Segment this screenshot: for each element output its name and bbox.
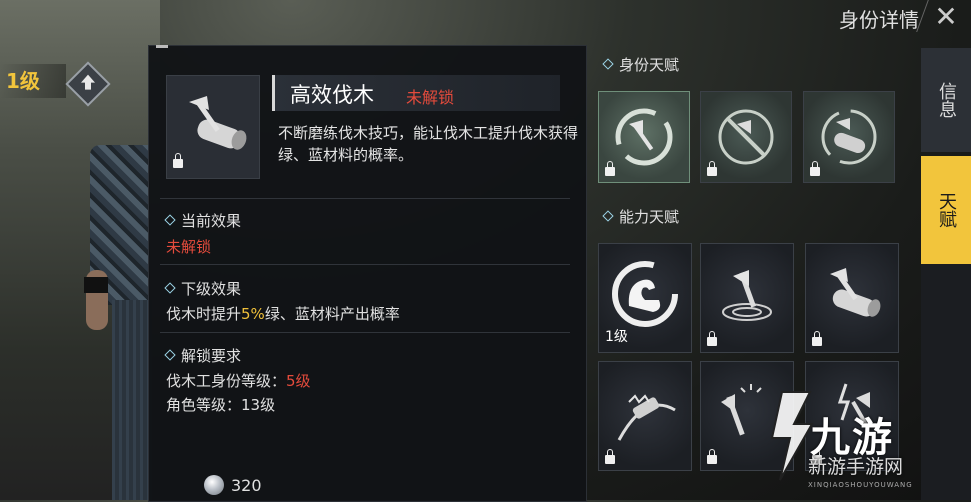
diamond-icon <box>164 349 176 361</box>
lock-icon <box>812 331 822 346</box>
unlock-req-line2: 角色等级：13级 <box>166 394 275 415</box>
diamond-icon <box>164 214 176 226</box>
next-effect-heading: 下级效果 <box>164 278 242 299</box>
next-effect-suffix: 绿、蓝材料产出概率 <box>264 305 400 323</box>
lock-icon <box>707 331 717 346</box>
lock-icon <box>810 161 820 176</box>
ability-talent-tile-1[interactable]: 1级 <box>598 243 692 353</box>
skill-title-accent <box>272 75 275 111</box>
watermark-subtext: 新游手游网 <box>808 456 904 478</box>
panel-handle <box>156 45 168 48</box>
ability-talent-heading: 能力天赋 <box>602 206 680 227</box>
character-wristband <box>84 277 108 293</box>
identity-talent-tile-3[interactable] <box>803 91 895 183</box>
lock-icon <box>605 449 615 464</box>
current-effect-title: 当前效果 <box>181 212 242 230</box>
silver-coin-icon <box>204 475 224 495</box>
skill-name: 高效伐木 <box>290 83 374 107</box>
lock-icon <box>707 161 717 176</box>
next-effect-prefix: 伐木时提升 <box>166 305 242 323</box>
unlock-req-heading: 解锁要求 <box>164 345 242 366</box>
skill-description: 不断磨练伐木技巧，能让伐木工提升伐木获得绿、蓝材料的概率。 <box>278 124 579 164</box>
current-effect-heading: 当前效果 <box>164 210 242 231</box>
watermark-tiny: XINQIAOSHOUYOUWANG <box>808 481 913 489</box>
character-pants <box>112 300 152 500</box>
tab-talent[interactable]: 天赋 <box>921 156 971 264</box>
diamond-icon <box>602 210 614 222</box>
ability-talent-label: 能力天赋 <box>619 208 680 226</box>
next-effect-title: 下级效果 <box>181 280 242 298</box>
diamond-icon <box>602 58 614 70</box>
unlock-req-line1: 伐木工身份等级：5级 <box>166 370 311 391</box>
lock-icon <box>173 153 183 168</box>
tab-info[interactable]: 信息 <box>921 48 971 152</box>
next-effect-text: 伐木时提升5%绿、蓝材料产出概率 <box>166 303 400 324</box>
skill-lock-status: 未解锁 <box>406 88 455 107</box>
lock-icon <box>707 449 717 464</box>
cost-value: 320 <box>231 476 262 495</box>
ability-talent-tile-3[interactable] <box>805 243 899 353</box>
unlock-req-label: 伐木工身份等级： <box>166 372 287 390</box>
next-effect-percent: 5% <box>241 305 265 323</box>
divider <box>160 332 570 333</box>
identity-talent-tile-2[interactable] <box>700 91 792 183</box>
unlock-req-value: 5级 <box>286 372 311 390</box>
close-icon[interactable]: ✕ <box>931 2 961 32</box>
level-badge: 1级 <box>0 64 66 98</box>
unlock-req-value: 13级 <box>241 396 276 414</box>
divider <box>160 198 570 199</box>
unlock-req-label: 角色等级： <box>166 396 242 414</box>
skill-icon-large <box>166 75 260 179</box>
lock-icon <box>605 161 615 176</box>
current-effect-value: 未解锁 <box>166 238 212 256</box>
unlock-req-title: 解锁要求 <box>181 347 242 365</box>
ability-talent-tile-2[interactable] <box>700 243 794 353</box>
diamond-icon <box>164 282 176 294</box>
identity-talent-tile-1[interactable] <box>598 91 690 183</box>
talent-level: 1级 <box>605 329 628 345</box>
ability-talent-tile-4[interactable] <box>598 361 692 471</box>
divider <box>160 264 570 265</box>
identity-talent-heading: 身份天赋 <box>602 54 680 75</box>
page-title: 身份详情 <box>839 8 919 32</box>
identity-talent-label: 身份天赋 <box>619 56 680 74</box>
